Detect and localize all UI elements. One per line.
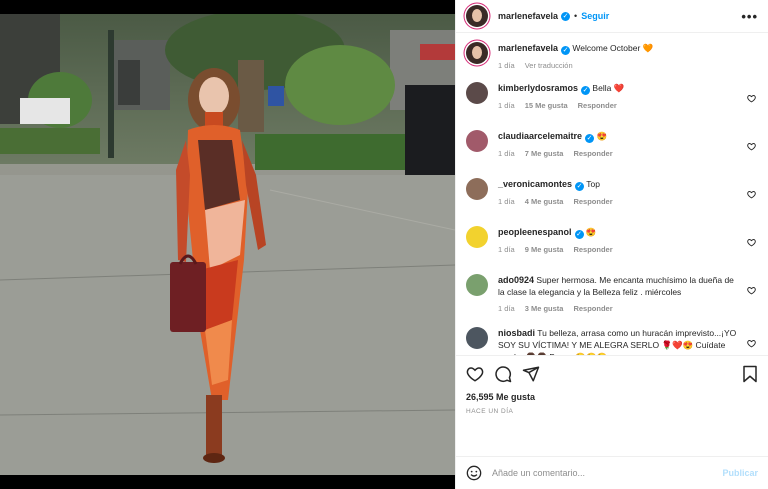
comment-heart-icon[interactable] [747,238,756,247]
comment-text: Bella ❤️ [592,83,625,93]
comment-text: Top [586,179,600,189]
reply-button[interactable]: Responder [578,101,617,110]
comment-heart-icon[interactable] [747,190,756,199]
posted-time: HACE UN DÍA [466,408,514,415]
comment-likes[interactable]: 15 Me gusta [525,101,568,110]
comment-text: 😍 [596,131,608,141]
commenter-avatar[interactable] [466,226,488,248]
comment-time: 1 día [498,245,515,254]
reply-button[interactable]: Responder [573,197,612,206]
reply-button[interactable]: Responder [573,245,612,254]
dot-separator: • [574,11,578,21]
commenter-username[interactable]: claudiaarcelemaitre [498,131,582,141]
comment-heart-icon[interactable] [747,94,756,103]
verified-icon: ✓ [581,86,591,95]
comment-likes[interactable]: 7 Me gusta [525,149,564,158]
comment-item: peopleenespanol ✓ 😍 1 día 9 Me gusta Respon… [466,226,758,254]
caption-text: Welcome October 🧡 [572,43,654,53]
save-icon[interactable] [742,365,758,383]
instagram-post-view: marlenefavela ✓ • Seguir ••• marlenefave… [0,0,768,489]
commenter-avatar[interactable] [466,82,488,104]
comment-item: kimberlydosramos ✓ Bella ❤️ 1 día 15 Me gu… [466,82,758,110]
likes-count[interactable]: 26,595 Me gusta [466,392,758,402]
commenter-username[interactable]: peopleenespanol [498,227,572,237]
comment-item: claudiaarcelemaitre ✓ 😍 1 día 7 Me gusta Re… [466,130,758,158]
comment-text: 😍 [585,227,597,237]
follow-button[interactable]: Seguir [581,11,609,21]
verified-icon: ✓ [575,182,585,191]
post-side-panel: marlenefavela ✓ • Seguir ••• marlenefave… [455,0,768,489]
comment-heart-icon[interactable] [747,286,756,295]
share-icon[interactable] [522,365,540,383]
verified-icon: ✓ [561,11,571,21]
commenter-avatar[interactable] [466,327,488,349]
comment-time: 1 día [498,197,515,206]
publish-button[interactable]: Publicar [722,468,758,478]
verified-icon: ✓ [585,134,595,143]
commenter-username[interactable]: ado0924 [498,275,534,285]
comment-time: 1 día [498,149,515,158]
see-translation-button[interactable]: Ver traducción [525,61,573,70]
post-header: marlenefavela ✓ • Seguir ••• [456,0,768,33]
commenter-avatar[interactable] [466,178,488,200]
commenter-avatar[interactable] [466,130,488,152]
more-options-button[interactable]: ••• [741,9,758,24]
comment-likes[interactable]: 9 Me gusta [525,245,564,254]
caption: marlenefavela ✓ Welcome October 🧡 1 día Ve… [466,42,758,70]
caption-time: 1 día [498,61,515,70]
post-photo[interactable] [0,0,455,489]
commenter-username[interactable]: niosbadi [498,328,535,338]
comment-item: niosbadi Tu belleza, arrasa como un hura… [466,327,758,355]
comment-likes[interactable]: 3 Me gusta [525,304,564,313]
heart-icon[interactable] [466,365,484,383]
commenter-username[interactable]: kimberlydosramos [498,83,578,93]
reply-button[interactable]: Responder [573,304,612,313]
comments-list[interactable]: marlenefavela ✓ Welcome October 🧡 1 día Ve… [456,33,768,355]
verified-icon: ✓ [574,230,584,239]
comment-input[interactable]: Añade un comentario... [492,468,712,478]
caption-avatar[interactable] [466,42,488,64]
action-bar: 26,595 Me gusta HACE UN DÍA [456,355,768,456]
comment-time: 1 día [498,101,515,110]
reply-button[interactable]: Responder [573,149,612,158]
caption-username[interactable]: marlenefavela [498,43,558,53]
author-avatar[interactable] [466,5,488,27]
comment-item: ado0924 Super hermosa. Me encanta muchís… [466,274,758,313]
comment-time: 1 día [498,304,515,313]
post-image [0,0,455,489]
comment-text: Super hermosa. Me encanta muchísimo la d… [498,275,734,297]
add-comment-bar: Añade un comentario... Publicar [456,456,768,489]
emoji-icon[interactable] [466,465,482,481]
comment-item: _veronicamontes ✓ Top 1 día 4 Me gusta Resp… [466,178,758,206]
comment-heart-icon[interactable] [747,339,756,348]
comment-heart-icon[interactable] [747,142,756,151]
commenter-avatar[interactable] [466,274,488,296]
comment-likes[interactable]: 4 Me gusta [525,197,564,206]
commenter-username[interactable]: _veronicamontes [498,179,572,189]
comment-icon[interactable] [494,365,512,383]
author-username[interactable]: marlenefavela [498,11,558,21]
verified-icon: ✓ [561,46,571,55]
